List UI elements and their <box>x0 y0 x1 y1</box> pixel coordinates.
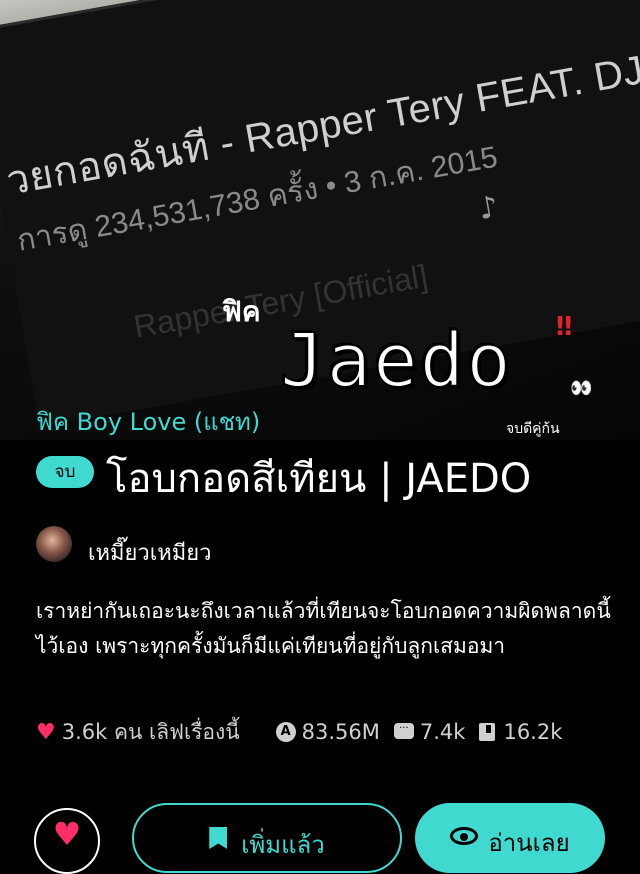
like-button[interactable]: ♥ <box>34 808 100 874</box>
likes-count: 3.6k คน เลิฟเรื่องนี้ <box>61 719 240 744</box>
author-avatar[interactable] <box>36 526 72 562</box>
likes-stat: ♥ 3.6k คน เลิฟเรื่องนี้ <box>36 716 240 749</box>
views-count: 83.56M <box>301 720 380 744</box>
status-badge: จบ <box>36 456 94 488</box>
bookmarks-stat: 16.2k <box>479 720 562 744</box>
story-description: เราหย่ากันเถอะนะถึงเวลาแล้วที่เทียนจะโอบ… <box>36 599 611 658</box>
double-exclamation-icon: ‼ <box>556 312 573 342</box>
story-stats: ♥ 3.6k คน เลิฟเรื่องนี้ A 83.56M ··· 7.4… <box>36 718 616 746</box>
heart-icon: ♥ <box>52 815 82 853</box>
story-title: โอบกอดสีเทียน | JAEDO <box>106 456 532 502</box>
book-icon <box>479 723 496 741</box>
story-category[interactable]: ฟิค Boy Love (แชท) <box>36 402 260 441</box>
comments-stat: ··· 7.4k <box>393 720 466 744</box>
bookmark-icon <box>209 827 228 849</box>
comment-icon: ··· <box>393 723 414 739</box>
read-now-label: อ่านเลย <box>488 829 570 857</box>
views-icon: A <box>275 722 296 742</box>
add-to-library-label: เพิ่มแล้ว <box>241 831 325 859</box>
music-note-icon: ♪ <box>475 189 501 228</box>
eye-icon <box>450 827 479 845</box>
cover-title-subtext: จบดีคู่ก้น <box>506 421 560 437</box>
comments-count: 7.4k <box>419 720 466 744</box>
author-name[interactable]: เหมี๊ยวเหมียว <box>88 535 212 570</box>
eyes-icon: 👀 <box>570 378 593 399</box>
add-to-library-button[interactable]: เพิ่มแล้ว <box>132 803 402 873</box>
cover-image: วยกอดฉันที - Rapper Tery FEAT. DJ Mi การ… <box>0 0 640 440</box>
views-stat: A 83.56M <box>275 720 380 744</box>
cover-fic-label: ฟิค <box>222 295 261 328</box>
read-now-button[interactable]: อ่านเลย <box>415 803 605 873</box>
heart-icon: ♥ <box>36 719 56 745</box>
cover-title-art: Jaedo <box>279 317 513 405</box>
bookmarks-count: 16.2k <box>503 720 563 744</box>
